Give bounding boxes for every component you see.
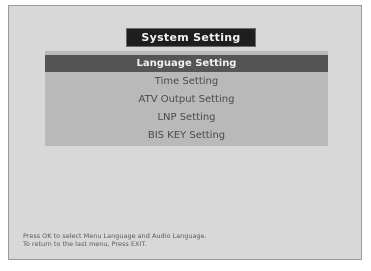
help-text: Press OK to select Menu Language and Aud… [23,232,343,248]
menu-item-lnp-setting[interactable]: LNP Setting [45,109,328,126]
menu-item-language-setting[interactable]: Language Setting [45,55,328,72]
menu-item-bis-key-setting[interactable]: BIS KEY Setting [45,127,328,144]
help-line-1: Press OK to select Menu Language and Aud… [23,232,207,240]
tv-screen: System Setting Language Setting Time Set… [8,5,362,260]
menu-item-atv-output-setting[interactable]: ATV Output Setting [45,91,328,108]
help-line-2: To return to the last menu, Press EXIT. [23,240,147,248]
menu-title: System Setting [126,28,256,47]
menu-item-time-setting[interactable]: Time Setting [45,73,328,90]
menu-list: Language Setting Time Setting ATV Output… [45,51,328,146]
